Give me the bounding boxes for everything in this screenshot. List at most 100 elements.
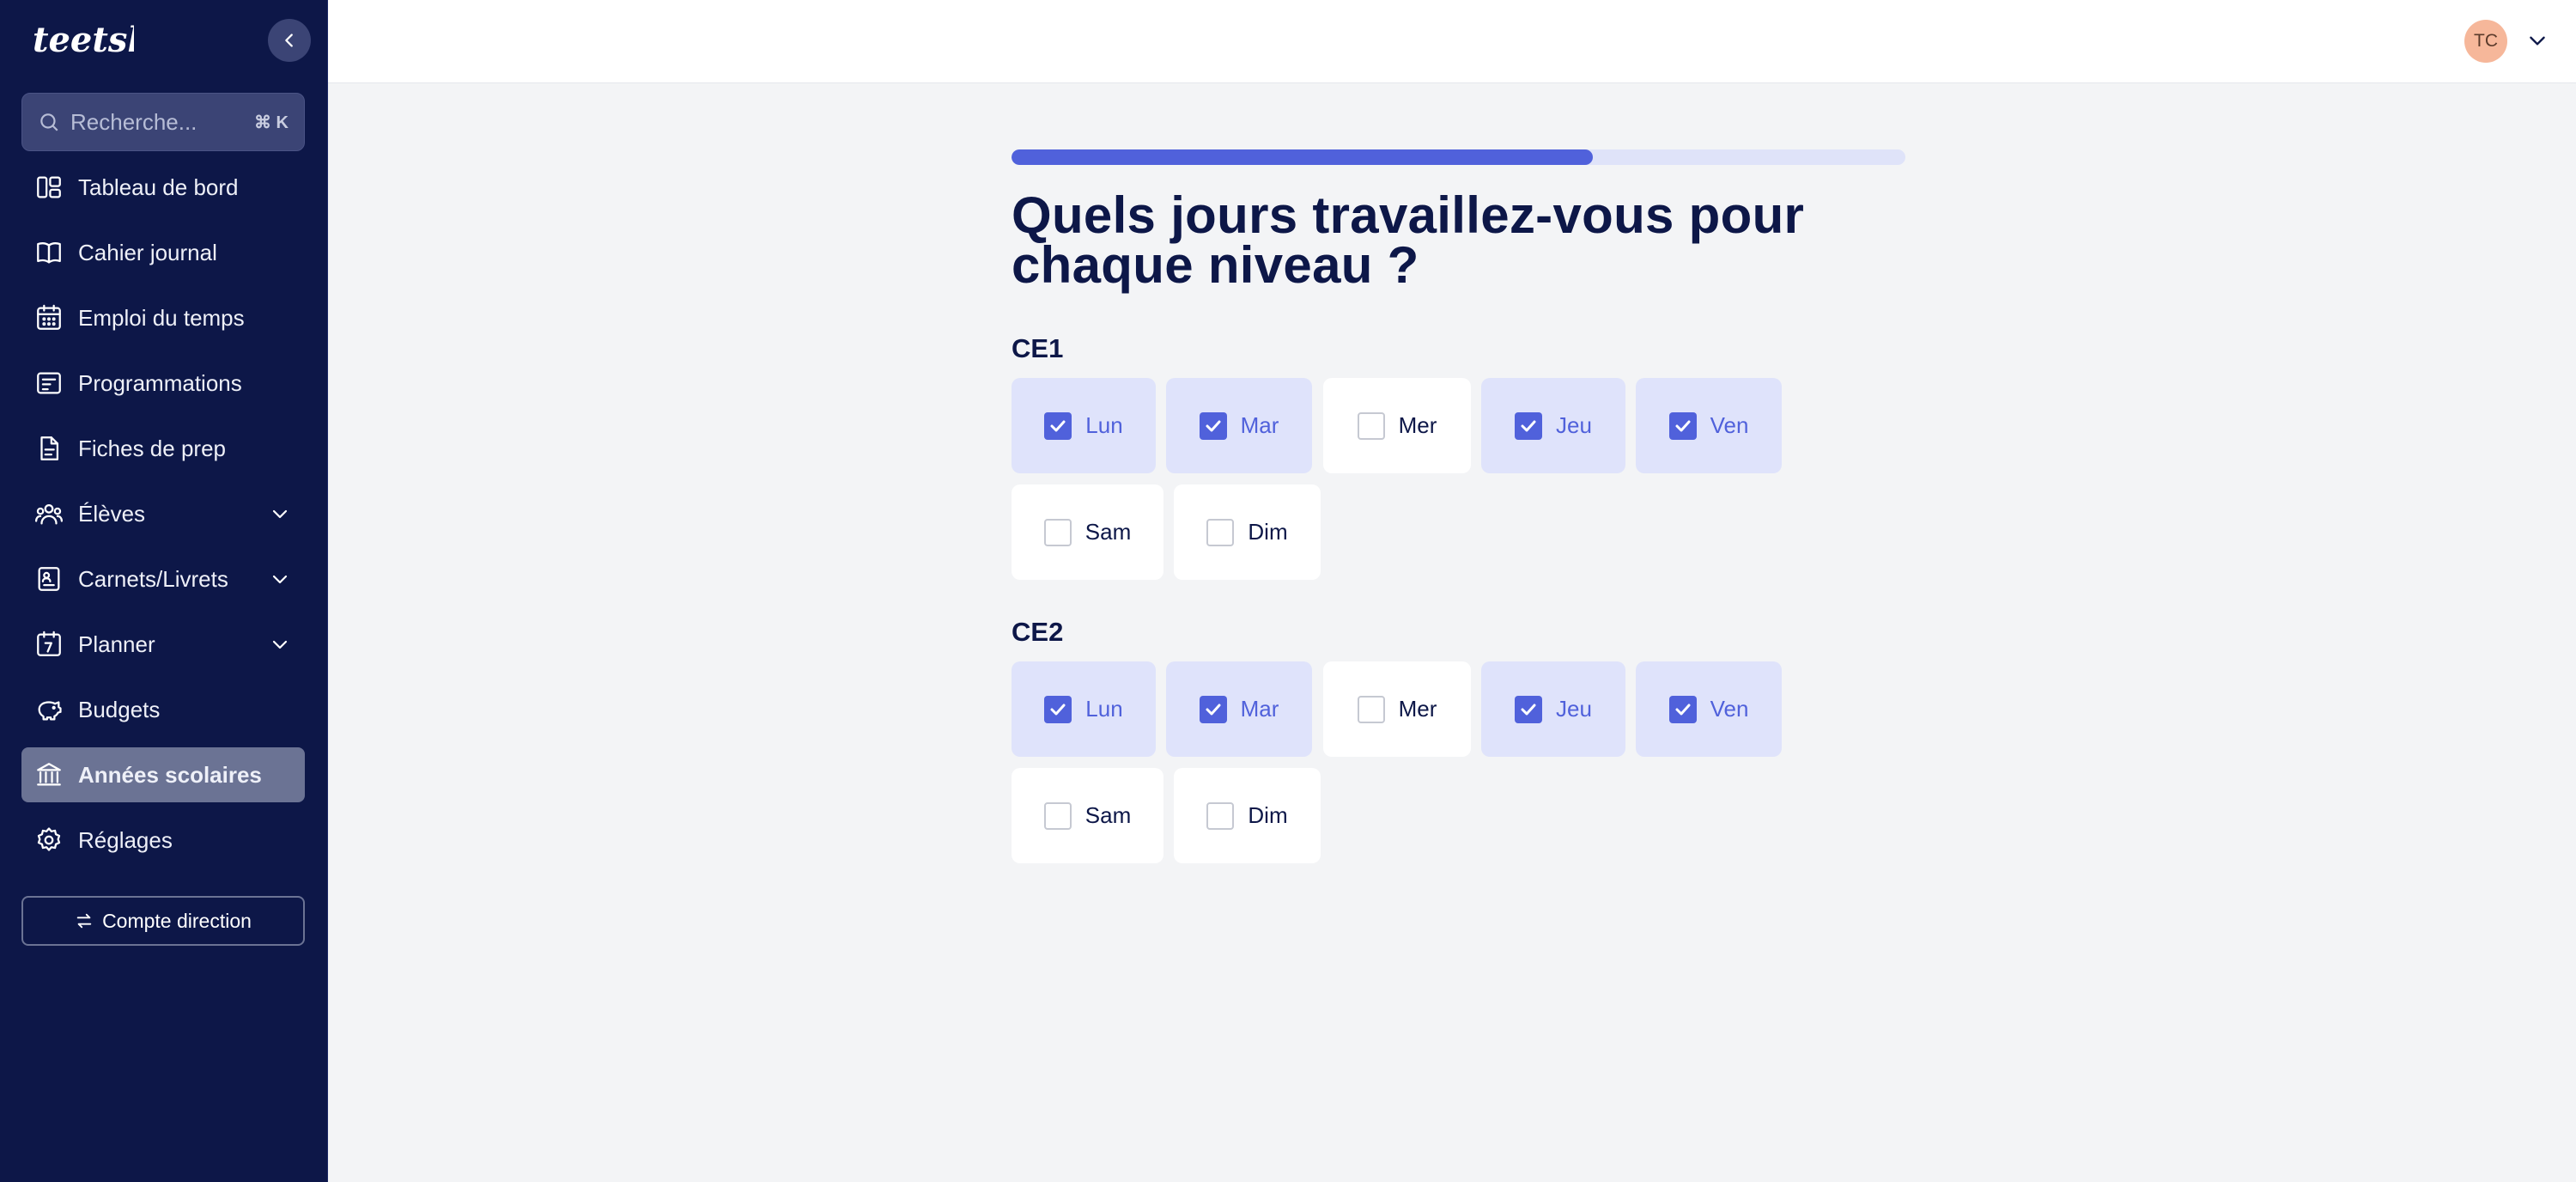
day-label: Jeu — [1556, 696, 1592, 722]
sidebar-item-label: Réglages — [78, 826, 173, 853]
day-checkbox-ce1-dim[interactable]: Dim — [1174, 484, 1321, 580]
switch-arrows-icon — [76, 913, 92, 929]
sidebar-item-label: Carnets/Livrets — [78, 565, 228, 592]
checkbox-empty-icon — [1043, 518, 1072, 546]
sidebar-item-annees-scolaires[interactable]: Années scolaires — [21, 747, 305, 802]
sidebar-item-label: Fiches de prep — [78, 435, 226, 461]
sidebar-item-label: Élèves — [78, 500, 146, 527]
day-checkbox-ce2-dim[interactable]: Dim — [1174, 768, 1321, 863]
day-label: Ven — [1710, 696, 1749, 722]
day-label: Dim — [1248, 519, 1288, 545]
chevron-left-icon — [285, 34, 293, 47]
chevron-down-icon[interactable] — [267, 566, 293, 592]
day-checkbox-ce1-jeu[interactable]: Jeu — [1481, 378, 1625, 473]
day-checkbox-ce2-mar[interactable]: Mar — [1166, 661, 1312, 757]
program-icon — [33, 368, 64, 399]
avatar[interactable]: TC — [2464, 20, 2507, 63]
level-label-ce2: CE2 — [1012, 617, 1064, 647]
document-icon — [33, 433, 64, 464]
day-label: Lun — [1085, 412, 1123, 438]
progress-fill — [1012, 149, 1593, 165]
notebook-icon — [33, 564, 64, 594]
day-label: Mer — [1398, 412, 1437, 438]
sidebar-item-label: Tableau de bord — [78, 174, 239, 200]
checkbox-empty-icon — [1357, 695, 1385, 723]
day-checkbox-ce1-mer[interactable]: Mer — [1323, 378, 1471, 473]
top-bar: TC — [328, 0, 2576, 83]
checkbox-checked-icon — [1668, 695, 1697, 723]
chevron-down-icon — [2530, 36, 2545, 46]
day-label: Sam — [1084, 519, 1132, 545]
sidebar-item-reglages[interactable]: Réglages — [21, 813, 305, 868]
day-label: Lun — [1085, 696, 1123, 722]
day-label: Dim — [1248, 802, 1288, 828]
checkbox-checked-icon — [1044, 411, 1072, 440]
compte-direction-button[interactable]: Compte direction — [21, 896, 305, 946]
calendar-grid-icon — [33, 302, 64, 333]
sidebar-item-label: Emploi du temps — [78, 304, 245, 331]
chevron-down-icon[interactable] — [267, 631, 293, 657]
checkbox-empty-icon — [1206, 518, 1235, 546]
sidebar-item-planner[interactable]: Planner — [21, 617, 305, 672]
search-icon — [40, 113, 58, 131]
gear-icon — [33, 825, 64, 856]
checkbox-empty-icon — [1357, 411, 1385, 440]
day-label: Sam — [1084, 802, 1132, 828]
sidebar-item-programmations[interactable]: Programmations — [21, 356, 305, 411]
day-checkbox-ce2-sam[interactable]: Sam — [1012, 768, 1163, 863]
day-label: Mar — [1240, 412, 1279, 438]
teetshi-logo[interactable]: teetshi — [31, 14, 134, 65]
day-checkbox-ce1-sam[interactable]: Sam — [1012, 484, 1163, 580]
sidebar-item-budgets[interactable]: Budgets — [21, 682, 305, 737]
sidebar: teetshi Recherche... ⌘ K Tableau de bord… — [0, 0, 328, 1182]
book-icon — [33, 237, 64, 268]
day-checkbox-ce1-ven[interactable]: Ven — [1636, 378, 1782, 473]
day-label: Ven — [1710, 412, 1749, 438]
sidebar-item-label: Planner — [78, 631, 155, 657]
level-label-ce1: CE1 — [1012, 333, 1064, 363]
checkbox-empty-icon — [1206, 801, 1235, 830]
compte-direction-label: Compte direction — [102, 909, 252, 932]
search-input[interactable]: Recherche... ⌘ K — [21, 93, 305, 151]
day-checkbox-ce2-mer[interactable]: Mer — [1323, 661, 1471, 757]
checkbox-empty-icon — [1043, 801, 1072, 830]
sidebar-item-label: Années scolaires — [78, 761, 262, 788]
day-checkbox-ce2-ven[interactable]: Ven — [1636, 661, 1782, 757]
checkbox-checked-icon — [1199, 695, 1227, 723]
sidebar-item-tableau-de-bord[interactable]: Tableau de bord — [21, 160, 305, 215]
day-label: Mar — [1240, 696, 1279, 722]
search-shortcut: ⌘ K — [254, 113, 289, 132]
checkbox-checked-icon — [1199, 411, 1227, 440]
sidebar-item-carnets-livrets[interactable]: Carnets/Livrets — [21, 551, 305, 606]
collapse-sidebar-button[interactable] — [268, 19, 311, 62]
sidebar-item-cahier-journal[interactable]: Cahier journal — [21, 225, 305, 280]
piggy-bank-icon — [33, 694, 64, 725]
sidebar-item-label: Programmations — [78, 369, 242, 396]
day-checkbox-ce1-mar[interactable]: Mar — [1166, 378, 1312, 473]
dashboard-icon — [33, 172, 64, 203]
avatar-initials: TC — [2474, 31, 2498, 51]
sidebar-nav: Tableau de bord Cahier journal Emploi du t… — [21, 160, 305, 878]
sidebar-item-fiches-de-prep[interactable]: Fiches de prep — [21, 421, 305, 476]
chevron-down-icon[interactable] — [267, 501, 293, 527]
sidebar-item-label: Budgets — [78, 696, 161, 722]
day-label: Mer — [1398, 696, 1437, 722]
checkbox-checked-icon — [1515, 411, 1543, 440]
search-placeholder: Recherche... — [70, 108, 197, 135]
sidebar-item-eleves[interactable]: Élèves — [21, 486, 305, 541]
sidebar-item-emploi-du-temps[interactable]: Emploi du temps — [21, 290, 305, 345]
day-label: Jeu — [1556, 412, 1592, 438]
school-icon — [33, 759, 64, 790]
checkbox-checked-icon — [1044, 695, 1072, 723]
checkbox-checked-icon — [1668, 411, 1697, 440]
checkbox-checked-icon — [1515, 695, 1543, 723]
students-icon — [33, 498, 64, 529]
day-checkbox-ce2-lun[interactable]: Lun — [1012, 661, 1156, 757]
day-checkbox-ce1-lun[interactable]: Lun — [1012, 378, 1156, 473]
progress-bar — [1012, 149, 1905, 165]
account-menu-toggle[interactable] — [2524, 27, 2550, 53]
day-checkbox-ce2-jeu[interactable]: Jeu — [1481, 661, 1625, 757]
planner-icon — [33, 629, 64, 660]
sidebar-item-label: Cahier journal — [78, 239, 217, 265]
page-title: Quels jours travaillez-vous pour chaque … — [1012, 186, 1805, 294]
